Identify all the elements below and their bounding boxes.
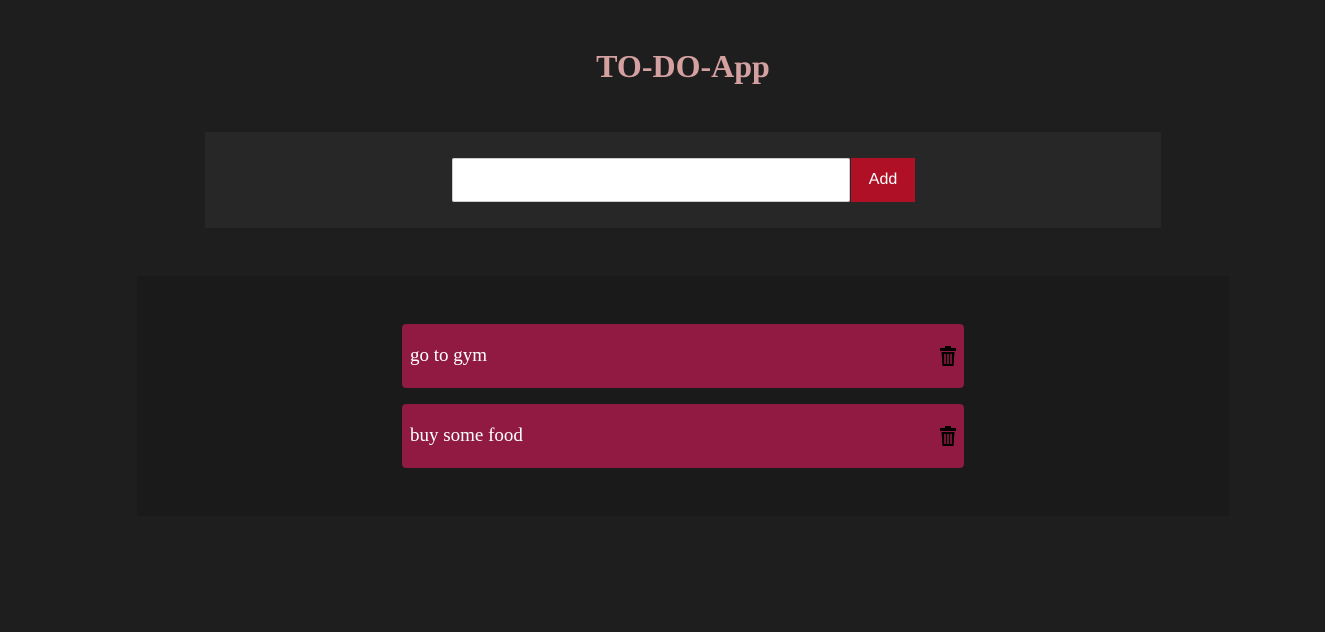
todo-text: go to gym: [410, 345, 488, 366]
todo-item: buy some food: [402, 404, 964, 468]
trash-icon: [940, 426, 956, 446]
todo-list: go to gym buy some food: [402, 324, 964, 484]
add-button[interactable]: Add: [851, 158, 915, 202]
trash-icon: [940, 346, 956, 366]
input-panel: Add: [205, 132, 1161, 228]
todo-item: go to gym: [402, 324, 964, 388]
task-input[interactable]: [452, 158, 850, 202]
delete-todo-button[interactable]: [940, 346, 956, 366]
todo-app: TO-DO-App Add go to gym buy some food: [0, 0, 1325, 632]
todo-text: buy some food: [410, 425, 523, 446]
todo-list-panel: go to gym buy some food: [137, 276, 1229, 516]
delete-todo-button[interactable]: [940, 426, 956, 446]
page-title: TO-DO-App: [596, 48, 770, 84]
